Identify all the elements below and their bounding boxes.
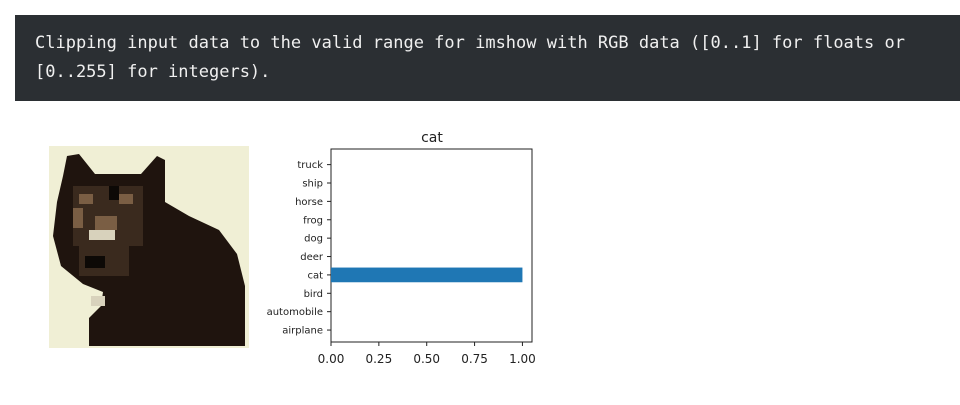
plot-area (330, 148, 533, 343)
y-axis-labels: airplane automobile bird cat deer dog frog hors… (267, 160, 331, 337)
bar-cat (331, 267, 523, 283)
y-tick-label-truck: truck (297, 160, 323, 171)
x-tick-label: 1.00 (509, 352, 536, 366)
y-tick-label-deer: deer (300, 252, 324, 263)
bars-group (331, 267, 523, 283)
chart-title: cat (421, 130, 443, 146)
y-tick-label-horse: horse (295, 197, 323, 208)
x-tick-label: 0.50 (413, 352, 440, 366)
y-tick-label-dog: dog (304, 234, 323, 245)
x-axis-labels: 0.00 0.25 0.50 0.75 1.00 (318, 342, 536, 366)
prediction-bar-chart: cat airplane automobile bird cat deer dog frog… (267, 130, 536, 366)
y-tick-label-automobile: automobile (267, 307, 323, 318)
x-tick-label: 0.75 (461, 352, 488, 366)
y-tick-label-ship: ship (302, 179, 323, 190)
y-tick-label-cat: cat (307, 270, 323, 281)
y-tick-label-airplane: airplane (282, 326, 323, 337)
x-tick-label: 0.00 (318, 352, 345, 366)
y-tick-label-bird: bird (304, 289, 323, 300)
y-tick-label-frog: frog (303, 215, 323, 226)
x-tick-label: 0.25 (365, 352, 392, 366)
